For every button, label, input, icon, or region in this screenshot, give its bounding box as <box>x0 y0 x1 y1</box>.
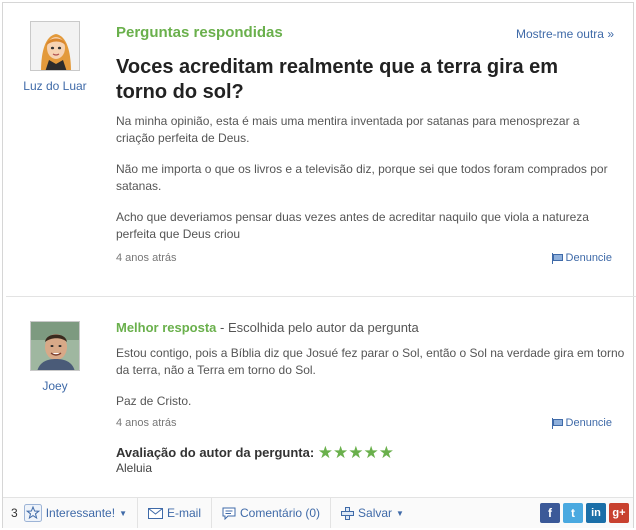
answer-body: Estou contigo, pois a Bíblia diz que Jos… <box>116 345 626 424</box>
save-button[interactable]: Salvar ▼ <box>331 498 414 528</box>
question-body: Na minha opinião, esta é mais uma mentir… <box>116 113 616 257</box>
avatar[interactable] <box>30 21 80 71</box>
email-label: E-mail <box>166 506 201 520</box>
report-answer-link[interactable]: Denuncie <box>551 417 612 429</box>
answer-paragraph: Estou contigo, pois a Bíblia diz que Jos… <box>116 346 625 377</box>
rating-stars-icon: ★★★★★ <box>317 443 394 462</box>
avatar-woman-icon <box>31 22 79 70</box>
comment-icon <box>222 507 236 520</box>
show-another-link[interactable]: Mostre-me outra » <box>516 27 614 41</box>
interesting-count: 3 <box>11 506 18 520</box>
avatar-man-icon <box>31 322 79 370</box>
question-paragraph: Não me importa o que os livros e a telev… <box>116 162 608 193</box>
question-paragraph: Na minha opinião, esta é mais uma mentir… <box>116 114 580 145</box>
share-icons: f t in g+ <box>540 503 633 523</box>
author-name[interactable]: Luz do Luar <box>15 79 95 93</box>
answer-card: Luz do Luar Perguntas respondidas Mostre… <box>2 2 636 528</box>
avatar[interactable] <box>30 321 80 371</box>
report-label: Denuncie <box>565 417 612 429</box>
linkedin-icon[interactable]: in <box>586 503 606 523</box>
googleplus-icon[interactable]: g+ <box>609 503 629 523</box>
star-icon <box>23 504 42 522</box>
answer-author[interactable]: Joey <box>15 321 95 393</box>
flag-icon <box>551 417 563 429</box>
rating-comment: Aleluia <box>116 461 153 475</box>
question-timestamp: 4 anos atrás <box>116 252 177 264</box>
envelope-icon <box>147 507 163 519</box>
save-label: Salvar <box>358 506 393 520</box>
answer-timestamp: 4 anos atrás <box>116 417 177 429</box>
question-title: Voces acreditam realmente que a terra gi… <box>116 56 559 103</box>
section-title: Perguntas respondidas <box>116 24 283 41</box>
facebook-icon[interactable]: f <box>540 503 560 523</box>
question-paragraph: Acho que deveriamos pensar duas vezes an… <box>116 210 589 241</box>
best-answer-label: Melhor resposta <box>116 320 217 335</box>
chevron-down-icon: ▼ <box>396 508 404 518</box>
interesting-button[interactable]: 3 Interessante! ▼ <box>3 498 138 528</box>
action-toolbar: 3 Interessante! ▼ E-mail Comentário (0) <box>3 497 633 528</box>
divider <box>6 296 636 297</box>
chevron-down-icon: ▼ <box>119 508 127 518</box>
plus-icon <box>341 506 355 520</box>
asker-rating: Avaliação do autor da pergunta: ★★★★★ <box>116 443 394 463</box>
comment-label: Comentário (0) <box>240 506 321 520</box>
rating-label: Avaliação do autor da pergunta: <box>116 445 315 460</box>
answer-paragraph: Paz de Cristo. <box>116 394 192 408</box>
question-author[interactable]: Luz do Luar <box>15 21 95 93</box>
twitter-icon[interactable]: t <box>563 503 583 523</box>
best-answer-note: - Escolhida pelo autor da pergunta <box>216 320 419 335</box>
best-answer-heading: Melhor resposta - Escolhida pelo autor d… <box>116 320 419 335</box>
flag-icon <box>551 252 563 264</box>
email-button[interactable]: E-mail <box>138 498 212 528</box>
interesting-label: Interessante! <box>45 506 116 520</box>
comment-button[interactable]: Comentário (0) <box>212 498 332 528</box>
author-name[interactable]: Joey <box>15 379 95 393</box>
report-question-link[interactable]: Denuncie <box>551 252 612 264</box>
report-label: Denuncie <box>565 252 612 264</box>
